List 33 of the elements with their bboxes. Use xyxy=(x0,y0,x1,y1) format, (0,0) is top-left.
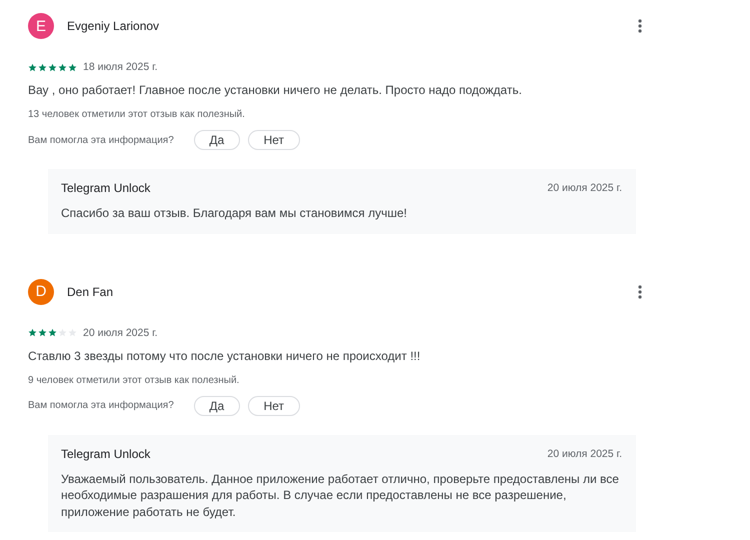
review-text: Ставлю 3 звезды потому что после установки ничего не происходит !!! xyxy=(28,348,422,364)
vote-button[interactable]: Да xyxy=(194,396,240,416)
author-name: Evgeniy Larionov xyxy=(67,19,160,33)
reply-author: Telegram Unlock xyxy=(61,446,150,460)
reply-date: 20 июля 2025 г. xyxy=(547,448,622,460)
vote-button[interactable]: Да xyxy=(194,130,240,150)
star-icon xyxy=(58,328,67,337)
author-name: Den Fan xyxy=(67,284,114,298)
star-icon xyxy=(38,328,47,337)
avatar: E xyxy=(28,13,54,39)
review-date: 20 июля 2025 г. xyxy=(83,326,158,338)
helpful-question: Вам помогла эта информация? xyxy=(28,134,174,146)
star-icon xyxy=(68,62,77,72)
star-icon xyxy=(48,328,57,337)
avatar: D xyxy=(28,278,54,304)
helpful-question: Вам помогла эта информация? xyxy=(28,400,174,411)
star-icon xyxy=(28,62,37,72)
reply-text: Уважаемый пользователь. Данное приложение работает отлично, проверьте предоставлены ли все необходимые разрашения для работы. В случае если предоставлены не все разрешение, приложение работать не будет. xyxy=(61,470,620,520)
vote-button[interactable]: Нет xyxy=(248,130,300,150)
star-icon xyxy=(58,62,67,72)
helpful-count: 13 человек отметили этот отзыв как полезный. xyxy=(28,109,246,120)
more-icon[interactable] xyxy=(638,19,642,33)
star-icon xyxy=(28,328,37,337)
reply-date: 20 июля 2025 г. xyxy=(547,182,622,194)
vote-button[interactable]: Нет xyxy=(248,396,300,416)
review-text: Вау , оно работает! Главное после установки ничего не делать. Просто надо подождать. xyxy=(28,82,523,98)
more-icon[interactable] xyxy=(638,284,642,298)
helpful-count: 9 человек отметили этот отзыв как полезный. xyxy=(28,374,240,386)
star-icon xyxy=(38,62,47,72)
review-date: 18 июля 2025 г. xyxy=(83,61,158,73)
reply-author: Telegram Unlock xyxy=(61,181,150,195)
star-icon xyxy=(48,62,57,72)
reply-text: Спасибо за ваш отзыв. Благодаря вам мы становимся лучше! xyxy=(61,205,408,222)
